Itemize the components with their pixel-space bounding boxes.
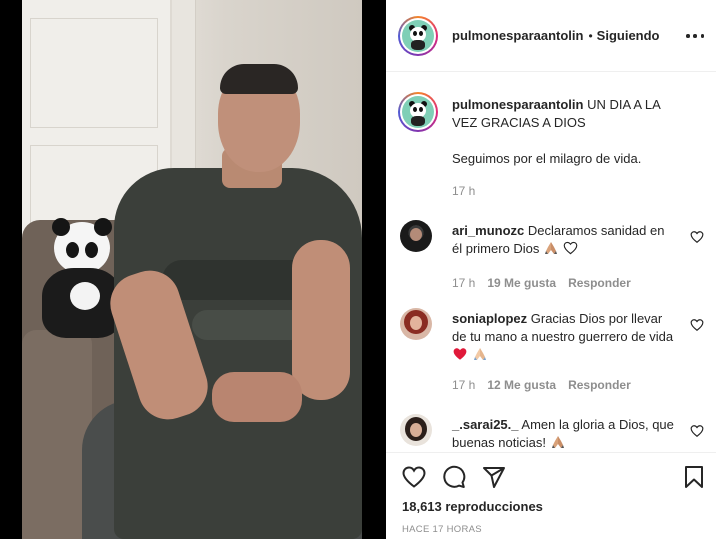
comments-list: pulmonesparaantolin UN DIA A LA VEZ GRAC… bbox=[386, 72, 716, 452]
paper-plane-share-icon[interactable] bbox=[482, 465, 506, 489]
commenter-avatar[interactable] bbox=[400, 414, 432, 446]
comment-likes[interactable]: 19 Me gusta bbox=[487, 276, 556, 290]
comment-like-heart-icon[interactable] bbox=[690, 424, 704, 438]
comment-meta: 17 h 19 Me gusta Responder bbox=[452, 276, 631, 290]
reply-button[interactable]: Responder bbox=[568, 378, 631, 392]
commenter-avatar[interactable] bbox=[400, 308, 432, 340]
comment-like-heart-icon[interactable] bbox=[690, 318, 704, 332]
post-timestamp[interactable]: HACE 17 HORAS bbox=[402, 524, 482, 535]
red-heart-emoji-icon bbox=[453, 348, 467, 360]
caption-author-avatar[interactable] bbox=[398, 92, 438, 132]
comment-username[interactable]: soniaplopez bbox=[452, 311, 527, 326]
like-heart-icon[interactable] bbox=[402, 465, 426, 489]
comment-time[interactable]: 17 h bbox=[452, 378, 475, 392]
white-heart-emoji-icon bbox=[563, 241, 577, 255]
praying-hands-emoji-icon bbox=[551, 436, 564, 448]
shirt-pattern bbox=[162, 260, 312, 300]
person-arm-right bbox=[292, 240, 350, 400]
praying-hands-emoji-icon bbox=[473, 348, 486, 360]
comment-item: _.sarai25._ Amen la gloria a Dios, que b… bbox=[398, 414, 704, 452]
bookmark-save-icon[interactable] bbox=[682, 465, 706, 489]
post-actions: 18,613 reproducciones HACE 17 HORAS bbox=[386, 452, 716, 539]
video-frame bbox=[22, 0, 362, 539]
caption-time[interactable]: 17 h bbox=[452, 184, 475, 198]
caption-line-2: Seguimos por el milagro de vida. bbox=[452, 151, 642, 166]
comment-text: soniaplopez Gracias Dios por llevar de t… bbox=[452, 310, 678, 364]
author-username[interactable]: pulmonesparaantolin bbox=[452, 28, 583, 43]
caption-text: pulmonesparaantolin UN DIA A LA VEZ GRAC… bbox=[452, 96, 678, 132]
reply-button[interactable]: Responder bbox=[568, 276, 631, 290]
caption-username[interactable]: pulmonesparaantolin bbox=[452, 97, 583, 112]
following-button[interactable]: Siguiendo bbox=[597, 28, 660, 43]
comment-username[interactable]: _.sarai25._ bbox=[452, 417, 519, 432]
comment-likes[interactable]: 12 Me gusta bbox=[487, 378, 556, 392]
person-hair bbox=[220, 64, 298, 94]
separator-dot: • bbox=[588, 28, 593, 43]
comment-text: ari_munozc Declaramos sanidad en él prim… bbox=[452, 222, 678, 258]
comment-time[interactable]: 17 h bbox=[452, 276, 475, 290]
comment-item: soniaplopez Gracias Dios por llevar de t… bbox=[398, 308, 704, 398]
panda-plush bbox=[42, 218, 122, 338]
commenter-avatar[interactable] bbox=[400, 220, 432, 252]
author-avatar[interactable] bbox=[398, 15, 438, 56]
comment-username[interactable]: ari_munozc bbox=[452, 223, 524, 238]
caption: pulmonesparaantolin UN DIA A LA VEZ GRAC… bbox=[398, 92, 704, 202]
praying-hands-emoji-icon bbox=[545, 242, 558, 254]
comment-bubble-icon[interactable] bbox=[442, 465, 466, 489]
post-sidebar: pulmonesparaantolin • Siguiendo pulmones… bbox=[386, 0, 716, 539]
person-hands bbox=[212, 372, 302, 422]
comment-like-heart-icon[interactable] bbox=[690, 230, 704, 244]
comment-item: ari_munozc Declaramos sanidad en él prim… bbox=[398, 220, 704, 300]
more-options-icon[interactable] bbox=[686, 26, 704, 46]
comment-text: _.sarai25._ Amen la gloria a Dios, que b… bbox=[452, 416, 678, 452]
caption-meta: 17 h bbox=[452, 184, 475, 198]
post-header: pulmonesparaantolin • Siguiendo bbox=[386, 0, 716, 72]
view-count[interactable]: 18,613 reproducciones bbox=[402, 499, 543, 514]
comment-meta: 17 h 12 Me gusta Responder bbox=[452, 378, 631, 392]
post-video[interactable] bbox=[0, 0, 386, 539]
